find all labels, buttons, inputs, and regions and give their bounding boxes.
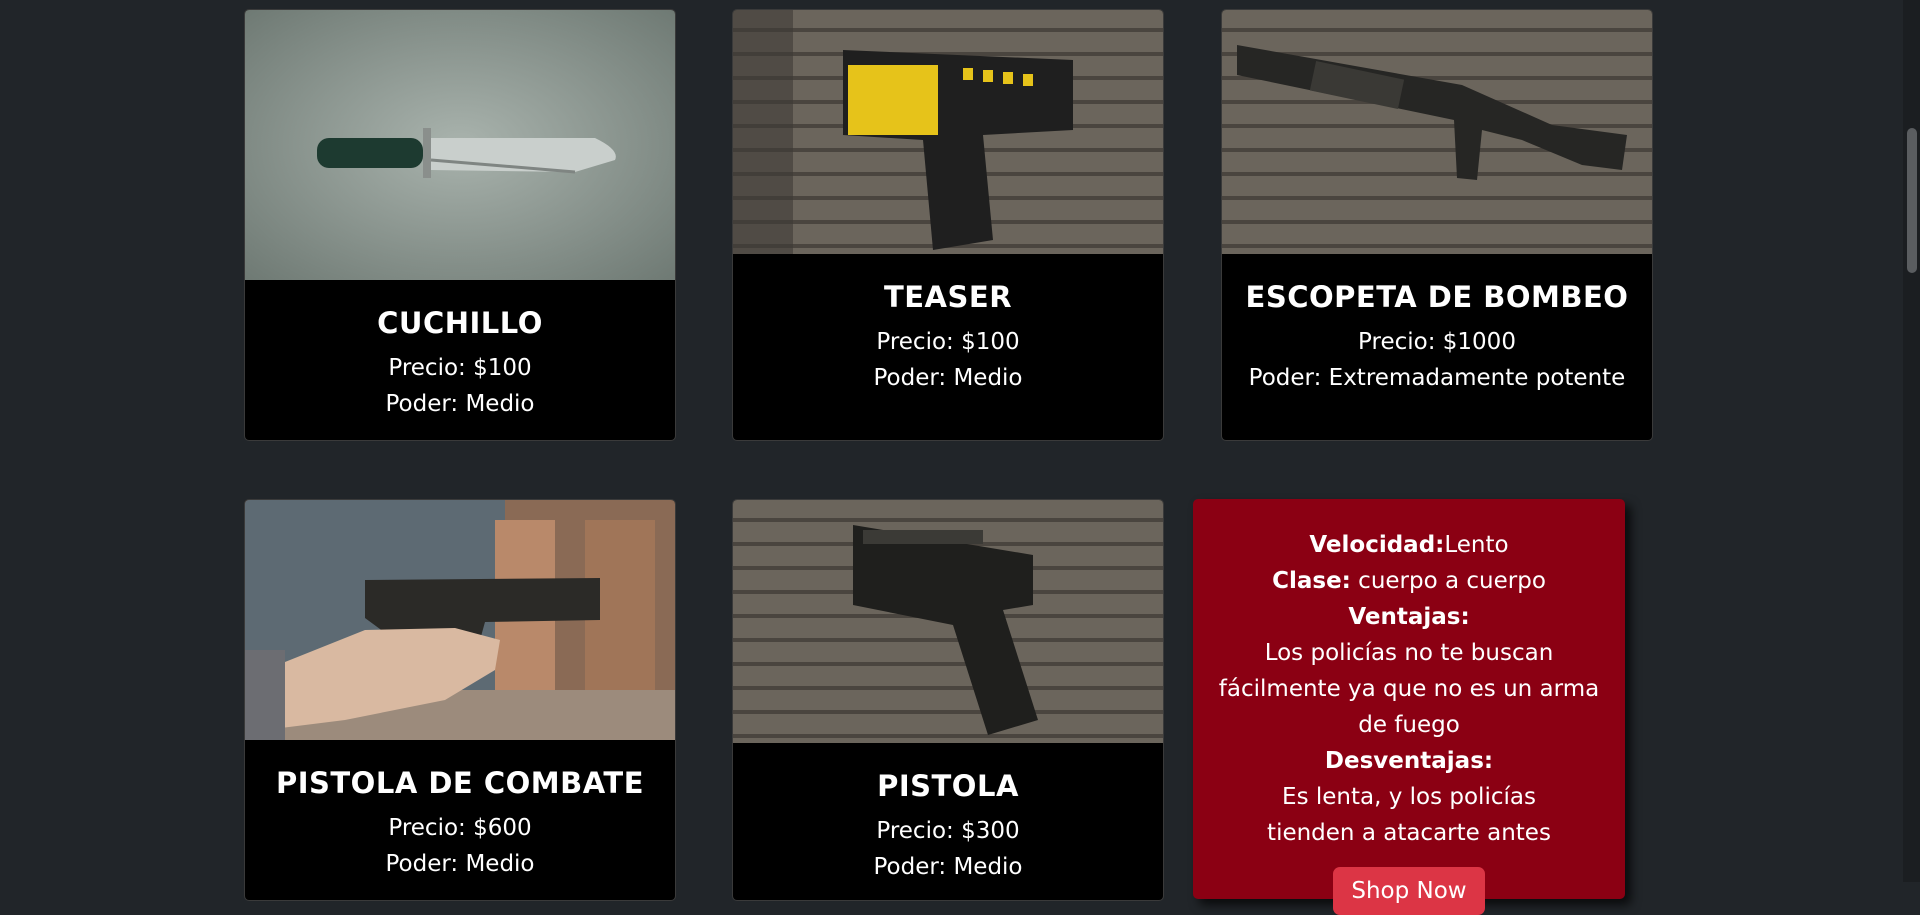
weapon-price: Precio: $100 <box>876 329 1020 355</box>
weapon-card-teaser[interactable]: TEASER Precio: $100 Poder: Medio <box>732 9 1164 441</box>
weapon-info-panel: Velocidad:Lento Clase: cuerpo a cuerpo V… <box>1193 499 1625 915</box>
weapon-price: Precio: $600 <box>388 815 532 841</box>
cons-text: Es lenta, y los policías tienden a ataca… <box>1267 784 1551 846</box>
weapon-card-pistola[interactable]: PISTOLA Precio: $300 Poder: Medio <box>732 499 1164 901</box>
class-line: Clase: cuerpo a cuerpo <box>1193 563 1625 599</box>
weapon-card-pistola-de-combate[interactable]: PISTOLA DE COMBATE Precio: $600 Poder: M… <box>244 499 676 901</box>
weapon-card-escopeta[interactable]: ESCOPETA DE BOMBEO Precio: $1000 Poder: … <box>1221 9 1653 441</box>
scrollbar-thumb[interactable] <box>1907 128 1917 273</box>
speed-line: Velocidad:Lento <box>1193 527 1625 563</box>
weapon-title: PISTOLA <box>877 769 1019 803</box>
pistol-image <box>733 500 1163 743</box>
weapon-title: ESCOPETA DE BOMBEO <box>1245 280 1629 314</box>
taser-image <box>733 10 1163 254</box>
weapon-card-cuchillo[interactable]: CUCHILLO Precio: $100 Poder: Medio <box>244 9 676 441</box>
weapon-power: Poder: Medio <box>873 854 1023 880</box>
weapon-power: Poder: Medio <box>873 365 1023 391</box>
weapon-power: Poder: Medio <box>385 391 535 417</box>
class-label: Clase: <box>1272 568 1351 594</box>
speed-label: Velocidad: <box>1309 532 1445 558</box>
shotgun-image <box>1222 10 1652 254</box>
weapon-title: CUCHILLO <box>377 306 543 340</box>
weapon-price: Precio: $100 <box>388 355 532 381</box>
shop-now-button[interactable]: Shop Now <box>1333 867 1485 915</box>
weapon-price: Precio: $1000 <box>1358 329 1516 355</box>
weapon-price: Precio: $300 <box>876 818 1020 844</box>
weapon-power: Poder: Medio <box>385 851 535 877</box>
cons-label: Desventajas: <box>1324 748 1494 774</box>
class-value: cuerpo a cuerpo <box>1350 568 1546 594</box>
knife-image <box>245 10 675 280</box>
page-scrollbar[interactable] <box>1903 0 1920 882</box>
weapon-power: Poder: Extremadamente potente <box>1248 365 1626 391</box>
speed-value: Lento <box>1444 532 1509 558</box>
pros-text: Los policías no te buscan fácilmente ya … <box>1218 640 1600 738</box>
weapon-title: TEASER <box>883 280 1013 314</box>
weapon-title: PISTOLA DE COMBATE <box>275 766 645 800</box>
combat-pistol-image <box>245 500 675 740</box>
pros-label: Ventajas: <box>1348 604 1470 630</box>
